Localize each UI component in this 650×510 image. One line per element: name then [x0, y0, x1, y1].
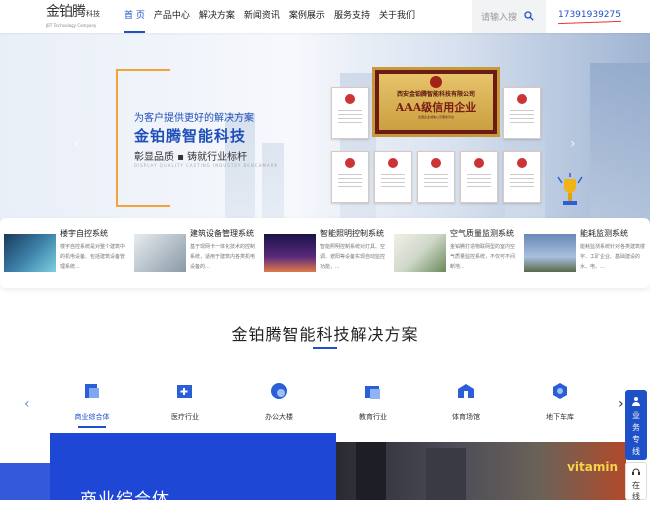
- banner-subtitle: 为客户提供更好的解决方案: [134, 113, 254, 124]
- nav-products[interactable]: 产品中心: [154, 0, 190, 33]
- photo-sign: vitamin: [567, 460, 618, 474]
- nav-solutions[interactable]: 解决方案: [199, 0, 235, 33]
- stadium-icon: [458, 384, 474, 398]
- banner-slogan: 彰显品质 ▪ 铸就行业标杆: [134, 152, 248, 163]
- tab-label: 办公大楼: [265, 413, 293, 421]
- seal-icon: [430, 76, 442, 88]
- system-title: 智能照明控制系统: [320, 229, 384, 238]
- certificate: [374, 151, 412, 203]
- system-item[interactable]: 楼宇自控系统 楼宇自控系统是对整个建筑中的机电设备、包括建筑设备管理系统...: [4, 228, 130, 280]
- systems-strip: 楼宇自控系统 楼宇自控系统是对整个建筑中的机电设备、包括建筑设备管理系统... …: [0, 218, 650, 288]
- commercial-icon: [85, 384, 99, 398]
- system-title: 楼宇自控系统: [60, 229, 108, 238]
- online-chat-label: 在线: [632, 481, 640, 501]
- tab-label: 商业综合体: [74, 413, 110, 421]
- search-input[interactable]: 请输入搜: [481, 10, 517, 23]
- system-desc: 楼宇自控系统是对整个建筑中的机电设备、包括建筑设备管理系统...: [60, 244, 126, 270]
- tab-medical[interactable]: 医疗行业: [150, 376, 220, 422]
- active-underline: [78, 426, 106, 428]
- search-box[interactable]: 请输入搜: [472, 0, 546, 33]
- certificate: [503, 87, 541, 139]
- certificate: [331, 87, 369, 139]
- tab-label: 体育场馆: [452, 413, 480, 421]
- banner-title: 金铂腾智能科技: [134, 127, 247, 145]
- banner-frame-bottom: [116, 205, 170, 207]
- banner-next-arrow[interactable]: ›: [570, 136, 576, 152]
- office-icon: [271, 383, 287, 399]
- system-item[interactable]: 空气质量监测系统 金铂腾打造物联网型的室内空气质量监控系统，不仅可不间断地...: [394, 228, 520, 280]
- system-item[interactable]: 智能照明控制系统 智能照明控制系统对灯具、空调、遮阳等设备实现自动监控功能，..…: [264, 228, 390, 280]
- system-title: 能耗监测系统: [580, 229, 628, 238]
- tab-label: 医疗行业: [171, 413, 199, 421]
- tab-label: 地下车库: [546, 413, 574, 421]
- banner-slogan-en: DISPLAY QUALITY CASTING INDUSTRY BENCHMA…: [134, 163, 279, 168]
- top-header: 金铂腾科技 JBT Technology Company 首 页 产品中心 解决…: [0, 0, 650, 33]
- system-title: 建筑设备管理系统: [190, 229, 254, 238]
- search-icon[interactable]: [524, 11, 534, 21]
- main-nav: 首 页 产品中心 解决方案 新闻资讯 案例展示 服务支持 关于我们: [124, 0, 424, 33]
- online-chat-button[interactable]: 在线: [625, 462, 647, 501]
- system-thumb: [4, 234, 56, 272]
- credit-plaque: 西安金铂腾智能科技有限公司 AAA级信用企业 全国企业诚信公示服务平台: [372, 67, 500, 137]
- tab-label: 教育行业: [359, 413, 387, 421]
- system-item[interactable]: 能耗监测系统 能耗监测系统针对各类建筑楼宇、工矿企业、基础建设的水、电、...: [524, 228, 650, 280]
- title-underline: [313, 347, 337, 349]
- medical-icon: [177, 385, 192, 398]
- system-thumb: [524, 234, 576, 272]
- solution-photo: vitamin: [336, 442, 626, 500]
- tab-office[interactable]: 办公大楼: [244, 376, 314, 422]
- trophy-icon: [557, 173, 583, 205]
- certificate: [503, 151, 541, 203]
- system-desc: 能耗监测系统针对各类建筑楼宇、工矿企业、基础建设的水、电、...: [580, 244, 646, 270]
- nav-cases[interactable]: 案例展示: [289, 0, 325, 33]
- plaque-company: 西安金铂腾智能科技有限公司: [396, 91, 475, 98]
- banner-prev-arrow[interactable]: ‹: [74, 136, 80, 152]
- system-thumb: [264, 234, 316, 272]
- education-icon: [365, 386, 380, 399]
- panel-accent: [0, 463, 50, 500]
- system-desc: 金铂腾打造物联网型的室内空气质量监控系统，不仅可不间断地...: [450, 244, 516, 270]
- certificate: [331, 151, 369, 203]
- phone-number: 17391939275: [558, 10, 621, 20]
- tab-commercial[interactable]: 商业综合体: [57, 376, 127, 428]
- service-hotline-label: 业务专线: [632, 411, 640, 456]
- headset-icon: [632, 468, 640, 475]
- tab-stadium[interactable]: 体育场馆: [431, 376, 501, 422]
- tab-garage[interactable]: 地下车库: [525, 376, 595, 422]
- person-icon: [632, 397, 640, 406]
- system-desc: 基于现网卡一体化技术的控制系统，适用于建筑内各类机电设备的...: [190, 244, 256, 270]
- company-logo[interactable]: 金铂腾科技 JBT Technology Company: [46, 5, 102, 29]
- solution-active-title: 商业综合体: [80, 490, 170, 510]
- tab-education[interactable]: 教育行业: [338, 376, 408, 422]
- plaque-title: AAA级信用企业: [395, 101, 477, 114]
- logo-english: JBT Technology Company: [46, 23, 97, 28]
- plaque-footer: 全国企业诚信公示服务平台: [417, 115, 454, 119]
- certificate: [417, 151, 455, 203]
- system-title: 空气质量监测系统: [450, 229, 514, 238]
- nav-about[interactable]: 关于我们: [379, 0, 415, 33]
- nav-news[interactable]: 新闻资讯: [244, 0, 280, 33]
- service-hotline-button[interactable]: 业务专线: [625, 390, 647, 460]
- solutions-title: 金铂腾智能科技解决方案: [231, 325, 419, 344]
- nav-home[interactable]: 首 页: [124, 0, 145, 33]
- system-item[interactable]: 建筑设备管理系统 基于现网卡一体化技术的控制系统，适用于建筑内各类机电设备的..…: [134, 228, 260, 280]
- system-thumb: [134, 234, 186, 272]
- nav-service[interactable]: 服务支持: [334, 0, 370, 33]
- system-thumb: [394, 234, 446, 272]
- solution-tabs: ‹ 商业综合体 医疗行业 办公大楼 教育行业 体育场馆 地下车库 ›: [0, 376, 650, 428]
- certificate: [460, 151, 498, 203]
- logo-text: 金铂腾科技: [46, 4, 100, 20]
- tabs-prev-arrow[interactable]: ‹: [24, 396, 30, 412]
- system-desc: 智能照明控制系统对灯具、空调、遮阳等设备实现自动监控功能，...: [320, 244, 386, 270]
- garage-icon: [553, 383, 567, 399]
- tabs-next-arrow[interactable]: ›: [618, 396, 624, 412]
